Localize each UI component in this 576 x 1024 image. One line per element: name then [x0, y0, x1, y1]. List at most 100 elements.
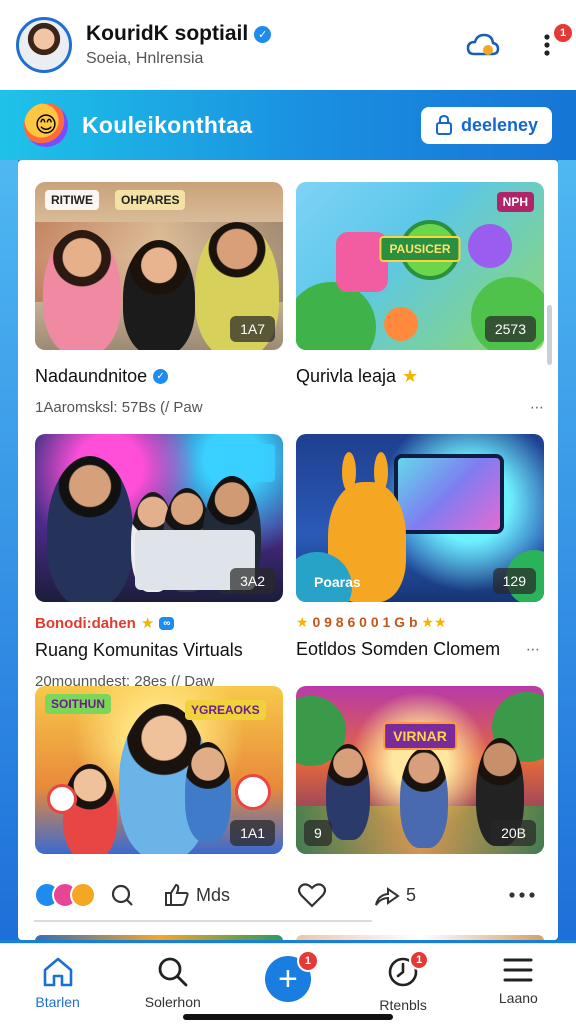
image-label-2: YGREAOKS — [185, 700, 266, 720]
events-badge: 1 — [409, 950, 430, 970]
image-count-left: 9 — [304, 820, 332, 846]
user-name-text: KouridK soptiail — [86, 22, 249, 45]
post-title[interactable]: Nadaundnitoe ✓ — [35, 366, 283, 387]
post-highlight-text: Bonodi:dahen — [35, 614, 136, 632]
post-title[interactable]: Qurivla leaja ★ — [296, 366, 544, 387]
nav-home[interactable]: Btarlen — [8, 956, 108, 1010]
notification-badge: 1 — [552, 22, 574, 44]
more-actions-button[interactable] — [508, 891, 536, 899]
image-count: 3A2 — [230, 568, 275, 594]
community-logo-icon: 😊 — [24, 103, 68, 147]
avatar[interactable] — [16, 17, 72, 73]
image-label: VIRNAR — [383, 722, 457, 751]
post-image[interactable]: Poaras 129 — [296, 434, 544, 602]
post-title[interactable]: Ruang Komunitas Virtuals — [35, 640, 283, 661]
nav-home-label: Btarlen — [35, 994, 80, 1010]
more-icon[interactable]: ⋯ — [530, 399, 544, 416]
next-post-preview[interactable] — [296, 935, 544, 940]
post-meta-row: ⋯ — [296, 399, 544, 417]
post-image[interactable]: RITIWE OHPARES 1A7 — [35, 182, 283, 350]
lock-icon — [435, 115, 452, 135]
star-icon: ★ — [296, 614, 309, 630]
post-rating: ★ 0 9 8 6 0 0 1 G b ★★ — [296, 614, 544, 631]
search-icon — [158, 957, 188, 987]
heart-button[interactable] — [298, 882, 327, 908]
image-count: 1A1 — [230, 820, 275, 846]
image-count: 20B — [491, 820, 536, 846]
nav-events-label: Rtenbls — [379, 997, 427, 1013]
image-caption: Poaras — [314, 574, 361, 590]
next-post-preview[interactable] — [35, 935, 283, 940]
reaction-icons[interactable] — [34, 882, 96, 908]
side-decoration-right — [558, 160, 576, 940]
nav-search[interactable]: Solerhon — [123, 956, 223, 1010]
post-highlight: Bonodi:dahen ★ ∞ — [35, 614, 283, 632]
user-name[interactable]: KouridK soptiail ✓ — [86, 22, 272, 46]
post-meta: 1Aaromsksl: 57Bs (/ Paw — [35, 399, 203, 416]
image-count: 2573 — [484, 316, 536, 342]
nav-search-label: Solerhon — [144, 994, 201, 1010]
heart-icon — [298, 883, 327, 908]
image-label: PAUSICER — [379, 236, 461, 263]
nav-events[interactable]: 1 Rtenbls — [353, 950, 453, 1013]
post-image[interactable]: 3A2 — [35, 434, 283, 602]
create-badge: 1 — [296, 950, 319, 972]
cloud-sync-icon[interactable] — [466, 30, 500, 60]
post-card[interactable]: SOITHUN YGREAOKS 1A1 — [35, 686, 283, 854]
post-title-text: Nadaundnitoe — [35, 366, 148, 386]
post-title-text: Qurivla leaja — [296, 366, 397, 386]
join-button[interactable]: deeleney — [420, 106, 552, 144]
events-icon-wrap: 1 — [387, 950, 430, 991]
like-label: Mds — [196, 884, 231, 905]
share-count: 5 — [406, 884, 417, 905]
post-image[interactable]: VIRNAR 9 20B — [296, 686, 544, 854]
star-icon: ★ — [140, 615, 155, 632]
post-image[interactable]: PAUSICER NPH 2573 — [296, 182, 544, 350]
haha-reaction-icon — [70, 882, 96, 908]
post-rating-text: 0 9 8 6 0 0 1 G b — [312, 614, 418, 630]
scrollbar[interactable] — [547, 305, 552, 365]
post-card[interactable]: VIRNAR 9 20B — [296, 686, 544, 854]
post-card[interactable]: Poaras 129 ★ 0 9 8 6 0 0 1 G b ★★ Eotldo… — [296, 434, 544, 660]
post-card[interactable]: 3A2 Bonodi:dahen ★ ∞ Ruang Komunitas Vir… — [35, 434, 283, 690]
user-subtitle: Soeia, Hnlrensia — [86, 50, 204, 67]
side-decoration-left — [0, 160, 18, 940]
link-icon: ∞ — [159, 616, 175, 630]
post-action-bar: Mds 5 — [18, 870, 558, 920]
like-button[interactable]: Mds — [164, 883, 230, 907]
vertical-dots-icon — [544, 34, 550, 56]
post-title-text: Eotldos Somden Clomem — [296, 639, 501, 659]
community-banner: 😊 Kouleikonthtaa deeleney — [0, 90, 576, 160]
post-title[interactable]: Eotldos Somden Clomem ⋯ — [296, 639, 544, 660]
share-icon — [375, 887, 400, 906]
home-icon — [43, 957, 72, 987]
verified-icon: ✓ — [153, 369, 169, 384]
post-feed[interactable]: RITIWE OHPARES 1A7 Nadaundnitoe ✓ 1Aarom… — [18, 160, 558, 940]
nav-create[interactable]: + 1 — [238, 950, 338, 1002]
nav-menu[interactable]: Laano — [468, 956, 568, 1006]
divider — [34, 920, 372, 922]
hamburger-menu-icon — [503, 958, 533, 982]
bottom-navigation: Btarlen Solerhon + 1 1 Rtenbls Laano — [0, 943, 576, 1024]
post-card[interactable]: PAUSICER NPH 2573 Qurivla leaja ★ ⋯ — [296, 182, 544, 417]
image-label: SOITHUN — [45, 694, 111, 714]
community-title: Kouleikonthtaa — [82, 111, 253, 138]
image-count: 129 — [492, 568, 536, 594]
post-card[interactable]: RITIWE OHPARES 1A7 Nadaundnitoe ✓ 1Aarom… — [35, 182, 283, 416]
create-post-button[interactable]: + 1 — [264, 950, 319, 1002]
share-button[interactable]: 5 — [374, 883, 416, 907]
verified-icon: ✓ — [254, 25, 272, 43]
more-horizontal-icon — [509, 892, 535, 898]
image-count: 1A7 — [230, 316, 275, 342]
post-image[interactable]: SOITHUN YGREAOKS 1A1 — [35, 686, 283, 854]
more-options-button[interactable]: 1 — [534, 22, 574, 62]
image-label: OHPARES — [115, 190, 186, 210]
profile-header: KouridK soptiail ✓ Soeia, Hnlrensia 1 — [0, 0, 576, 90]
more-icon[interactable]: ⋯ — [526, 641, 540, 658]
search-comment-icon — [111, 884, 133, 906]
thumbs-up-icon — [165, 883, 189, 906]
star-icon: ★★ — [421, 614, 447, 630]
comment-button[interactable] — [110, 883, 140, 907]
home-indicator — [183, 1014, 393, 1020]
user-info: KouridK soptiail ✓ Soeia, Hnlrensia — [86, 22, 272, 68]
